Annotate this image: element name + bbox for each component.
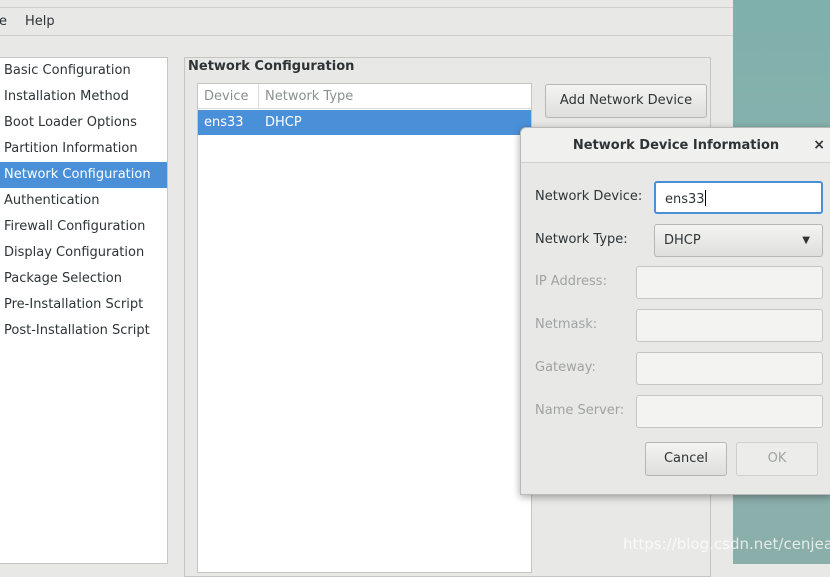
sidebar: Basic Configuration Installation Method … [0, 57, 168, 564]
ip-address-label: IP Address: [535, 274, 607, 289]
dialog-title: Network Device Information [521, 128, 830, 163]
network-device-label: Network Device: [535, 189, 643, 204]
netmask-label: Netmask: [535, 317, 598, 332]
network-device-value: ens33 [665, 192, 705, 207]
ok-button[interactable]: OK [736, 442, 818, 476]
cancel-button[interactable]: Cancel [645, 442, 727, 476]
sidebar-item-pre-installation-script[interactable]: Pre-Installation Script [0, 292, 167, 318]
chevron-down-icon: ▼ [802, 235, 810, 246]
name-server-label: Name Server: [535, 403, 625, 418]
watermark: https://blog.csdn.net/cenjeal [623, 535, 830, 553]
sidebar-item-boot-loader-options[interactable]: Boot Loader Options [0, 110, 167, 136]
column-header-network-type[interactable]: Network Type [259, 84, 531, 109]
sidebar-item-authentication[interactable]: Authentication [0, 188, 167, 214]
network-device-table: Device Network Type ens33 DHCP [197, 83, 532, 573]
sidebar-item-basic-configuration[interactable]: Basic Configuration [0, 58, 167, 84]
close-icon[interactable]: × [813, 128, 825, 163]
sidebar-item-installation-method[interactable]: Installation Method [0, 84, 167, 110]
menubar: e Help [0, 7, 733, 36]
network-device-dialog: Network Device Information × Network Dev… [520, 127, 830, 495]
network-device-input[interactable]: ens33 [654, 181, 823, 214]
sidebar-item-post-installation-script[interactable]: Post-Installation Script [0, 318, 167, 344]
sidebar-item-network-configuration[interactable]: Network Configuration [0, 162, 167, 188]
column-header-device[interactable]: Device [198, 84, 259, 109]
text-cursor [704, 190, 706, 206]
network-type-label: Network Type: [535, 232, 628, 247]
gateway-label: Gateway: [535, 360, 596, 375]
menu-help[interactable]: Help [25, 14, 55, 29]
ip-address-input[interactable] [636, 266, 823, 299]
gateway-input[interactable] [636, 352, 823, 385]
network-type-value: DHCP [664, 233, 701, 248]
sidebar-item-firewall-configuration[interactable]: Firewall Configuration [0, 214, 167, 240]
cell-device: ens33 [204, 115, 244, 130]
menu-file[interactable]: e [0, 14, 7, 29]
frame-title: Network Configuration [188, 59, 357, 74]
cell-network-type: DHCP [265, 115, 302, 130]
sidebar-item-package-selection[interactable]: Package Selection [0, 266, 167, 292]
netmask-input[interactable] [636, 309, 823, 342]
sidebar-item-partition-information[interactable]: Partition Information [0, 136, 167, 162]
sidebar-item-display-configuration[interactable]: Display Configuration [0, 240, 167, 266]
table-row[interactable]: ens33 DHCP [198, 110, 531, 135]
network-type-select[interactable]: DHCP ▼ [654, 224, 823, 257]
name-server-input[interactable] [636, 395, 823, 428]
add-network-device-button[interactable]: Add Network Device [545, 84, 707, 118]
